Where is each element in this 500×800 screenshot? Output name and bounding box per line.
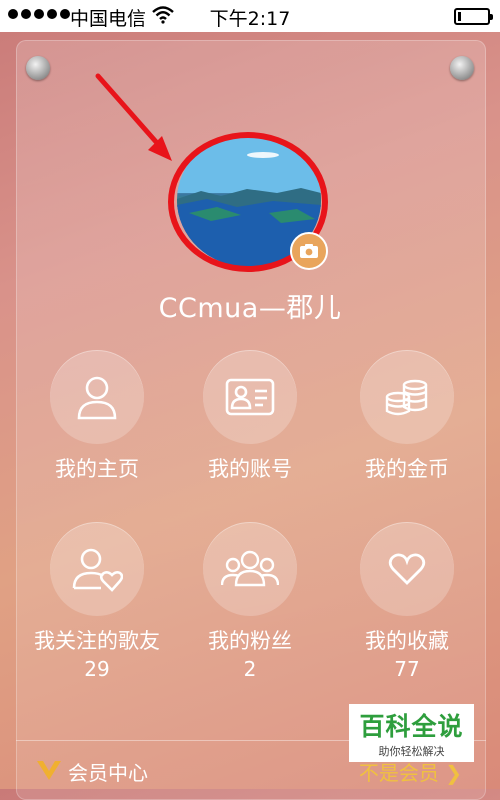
tile-favorites[interactable]: 我的收藏 77 <box>332 522 482 681</box>
tile-label: 我的主页 <box>55 457 139 481</box>
watermark-subtitle: 助你轻松解决 <box>378 745 445 758</box>
coins-icon <box>360 350 454 444</box>
tile-my-homepage[interactable]: 我的主页 <box>22 350 172 481</box>
vip-center-label: 会员中心 <box>68 761 148 785</box>
group-icon <box>203 522 297 616</box>
tile-my-account[interactable]: 我的账号 <box>175 350 325 481</box>
heart-icon <box>360 522 454 616</box>
watermark-title: 百科全说 <box>359 712 464 741</box>
fans-count: 2 <box>243 657 257 682</box>
tile-label: 我的粉丝 <box>208 629 292 653</box>
tile-label: 我的金币 <box>365 457 449 481</box>
tile-label: 我关注的歌友 <box>34 629 160 653</box>
following-count: 29 <box>84 657 110 682</box>
tile-following[interactable]: 我关注的歌友 29 <box>22 522 172 681</box>
id-card-icon <box>203 350 297 444</box>
camera-icon[interactable] <box>290 232 328 270</box>
tile-my-coins[interactable]: 我的金币 <box>332 350 482 481</box>
vip-v-icon <box>37 761 61 780</box>
person-heart-icon <box>50 522 144 616</box>
camera-glyph <box>300 244 318 258</box>
watermark-logo: 百科全说 助你轻松解决 <box>349 704 474 762</box>
tile-fans[interactable]: 我的粉丝 2 <box>175 522 325 681</box>
tile-label: 我的账号 <box>208 457 292 481</box>
username: CCmua—郡儿 <box>158 293 342 324</box>
favorites-count: 77 <box>394 657 420 682</box>
person-icon <box>50 350 144 444</box>
tile-label: 我的收藏 <box>365 629 449 653</box>
